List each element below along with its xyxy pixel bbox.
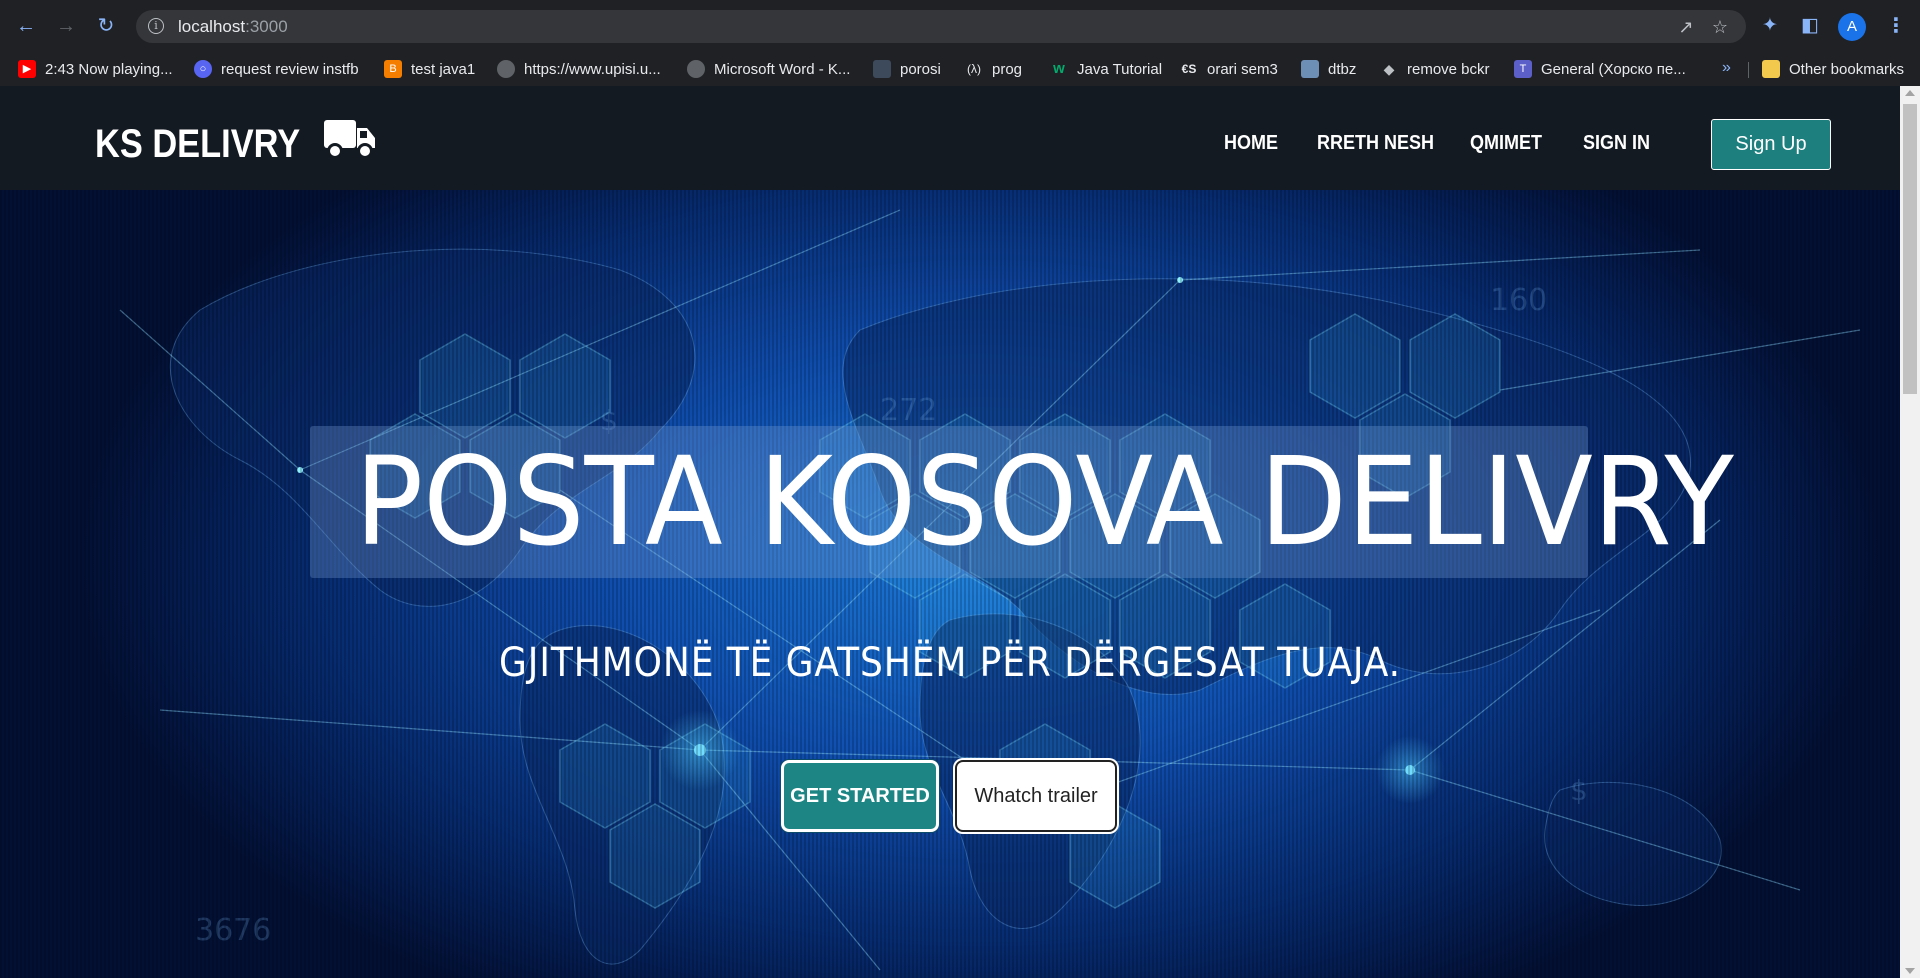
url-host: localhost: [178, 17, 246, 36]
sign-up-button[interactable]: Sign Up: [1711, 119, 1831, 170]
other-bookmarks[interactable]: Other bookmarks: [1762, 57, 1904, 81]
bookmark-item[interactable]: dtbz: [1301, 57, 1356, 81]
bookmark-item[interactable]: Microsoft Word - K...: [687, 57, 850, 81]
bookmark-label: porosi: [900, 60, 941, 78]
hero-section: 272 160 3676 $ $ POSTA KOSOVA DELIVRY GJ…: [0, 190, 1900, 978]
world-map-background: 272 160 3676 $ $: [0, 190, 1900, 978]
other-bookmarks-label: Other bookmarks: [1789, 60, 1905, 78]
bookmark-label: https://www.upisi.u...: [524, 60, 661, 78]
scroll-up-arrow-icon[interactable]: [1905, 90, 1915, 96]
scroll-down-arrow-icon[interactable]: [1905, 968, 1915, 974]
browser-toolbar: ← → ↻ i localhost:3000 ↗ ☆ ✦ ◧ A ⋮: [0, 0, 1920, 52]
url-port: :3000: [245, 17, 288, 36]
side-panel-icon[interactable]: ◧: [1796, 12, 1824, 40]
bookmark-item[interactable]: (λ) prog: [965, 57, 1022, 81]
bookmark-label: Microsoft Word - K...: [714, 60, 851, 78]
globe-icon: [687, 60, 705, 78]
bookmark-label: orari sem3: [1207, 60, 1278, 78]
hero-title: POSTA KOSOVA DELIVRY: [354, 431, 1734, 573]
page-icon: [873, 60, 891, 78]
hero-subtitle: GJITHMONË TË GATSHËM PËR DËRGESAT TUAJA.: [499, 640, 1401, 686]
teams-icon: T: [1514, 60, 1532, 78]
bookmark-label: request review instfb: [221, 60, 359, 78]
bookmark-label: remove bckr: [1407, 60, 1490, 78]
bookmark-label: test java1: [411, 60, 476, 78]
reload-icon[interactable]: ↻: [92, 12, 120, 40]
truck-icon: [324, 120, 375, 159]
bookmark-item[interactable]: https://www.upisi.u...: [497, 57, 661, 81]
profile-page-icon: [1301, 60, 1319, 78]
site-info-icon[interactable]: i: [148, 18, 164, 34]
address-bar[interactable]: i localhost:3000 ↗ ☆: [136, 10, 1746, 43]
bookmarks-divider: [1748, 62, 1749, 78]
bookmark-label: 2:43 Now playing...: [45, 60, 173, 78]
site-navbar: KS DELIVRY HOME RRETH NESH QMIMET SIGN I…: [0, 86, 1900, 190]
bookmark-label: General (Хорско пе...: [1541, 60, 1686, 78]
browser-menu-icon[interactable]: ⋮: [1886, 12, 1906, 40]
watch-trailer-button[interactable]: Whatch trailer: [955, 760, 1117, 832]
layers-icon: ◆: [1383, 61, 1395, 77]
bookmark-item[interactable]: ▶ 2:43 Now playing...: [18, 57, 173, 81]
scrollbar-thumb[interactable]: [1903, 104, 1917, 394]
bookmark-item[interactable]: porosi: [873, 57, 941, 81]
bookmark-item[interactable]: w Java Tutorial: [1050, 57, 1162, 81]
blogger-icon: B: [384, 60, 402, 78]
bookmark-item[interactable]: ◆ remove bckr: [1380, 57, 1490, 81]
more-bookmarks-chevron-icon[interactable]: »: [1722, 59, 1731, 77]
share-icon[interactable]: ↗: [1674, 15, 1698, 39]
globe-icon: [497, 60, 515, 78]
folder-icon: [1762, 60, 1780, 78]
youtube-icon: ▶: [18, 60, 36, 78]
nav-link-rreth-nesh[interactable]: RRETH NESH: [1317, 132, 1434, 155]
w3schools-icon: w: [1053, 60, 1065, 77]
lambda-icon: (λ): [967, 62, 981, 76]
bookmark-item[interactable]: T General (Хорско пе...: [1514, 57, 1686, 81]
page-scrollbar[interactable]: [1900, 86, 1920, 978]
bookmark-label: dtbz: [1328, 60, 1357, 78]
bookmark-item[interactable]: B test java1: [384, 57, 475, 81]
nav-link-home[interactable]: HOME: [1224, 132, 1278, 155]
profile-avatar[interactable]: A: [1838, 13, 1866, 41]
forward-arrow-icon[interactable]: →: [52, 12, 80, 40]
bookmark-star-icon[interactable]: ☆: [1708, 15, 1732, 39]
extensions-puzzle-icon[interactable]: ✦: [1756, 12, 1784, 40]
nav-link-sign-in[interactable]: SIGN IN: [1583, 132, 1650, 155]
bookmark-label: Java Tutorial: [1077, 60, 1163, 78]
bookmark-label: prog: [992, 60, 1023, 78]
get-started-button[interactable]: GET STARTED: [781, 760, 939, 832]
cs-icon: €S: [1181, 62, 1197, 76]
bookmark-item[interactable]: ○ request review instfb: [194, 57, 359, 81]
back-arrow-icon[interactable]: ←: [12, 12, 40, 40]
bookmarks-bar: ▶ 2:43 Now playing... ○ request review i…: [0, 52, 1920, 86]
nav-link-qmimet[interactable]: QMIMET: [1470, 132, 1542, 155]
bookmark-item[interactable]: €S orari sem3: [1180, 57, 1278, 81]
address-url[interactable]: localhost:3000: [178, 17, 288, 37]
brand-logo-text[interactable]: KS DELIVRY: [95, 122, 300, 167]
page-viewport: KS DELIVRY HOME RRETH NESH QMIMET SIGN I…: [0, 86, 1920, 978]
headset-icon: ○: [194, 60, 212, 78]
